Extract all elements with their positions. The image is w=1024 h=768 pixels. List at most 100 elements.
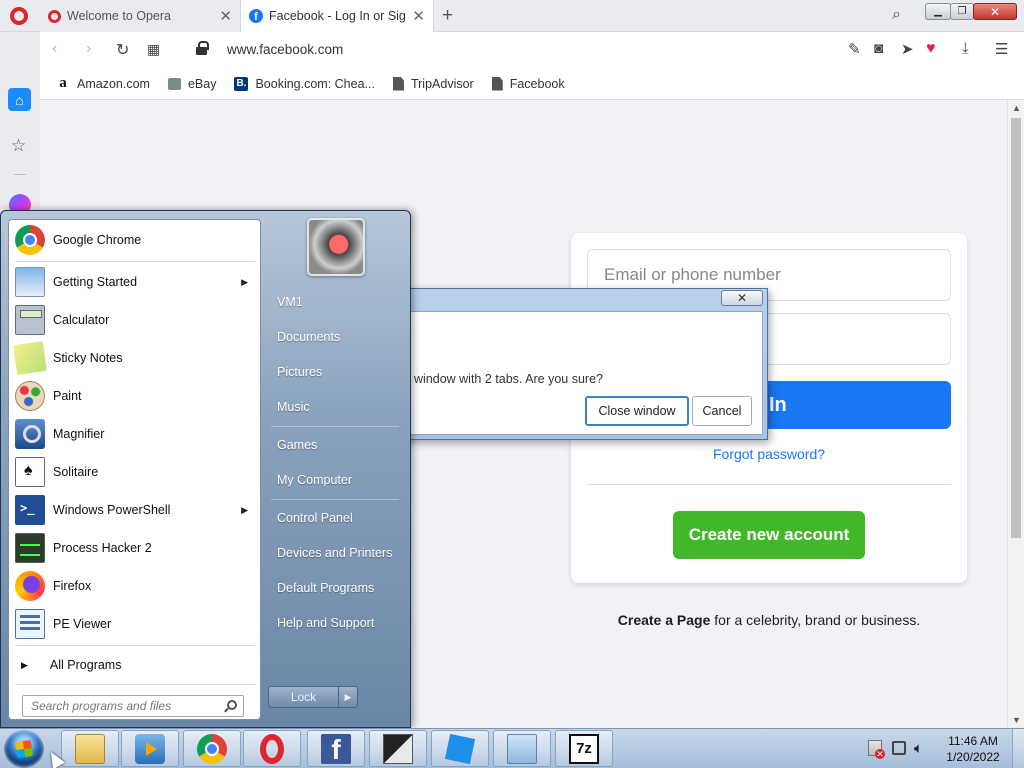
edit-icon[interactable]: ✎ (848, 40, 861, 58)
solitaire-icon (15, 457, 45, 487)
start-item-music[interactable]: Music (268, 392, 404, 422)
star-icon[interactable]: ☆ (11, 136, 26, 156)
page-scrollbar[interactable]: ▲ ▼ (1007, 100, 1024, 728)
start-item-vm1[interactable]: VM1 (268, 287, 404, 317)
home-icon[interactable]: ⌂ (8, 88, 31, 111)
taskbar-7zip[interactable]: 7z (555, 730, 613, 767)
bookmark-tripadvisor[interactable]: TripAdvisor (392, 76, 474, 91)
start-item-help-support[interactable]: Help and Support (268, 608, 404, 638)
create-page-link[interactable]: Create a Page (618, 612, 711, 628)
forgot-password-link[interactable]: Forgot password? (571, 446, 967, 462)
taskbar: f 7z 🔈︎ 11:46 AM 1/20/2022 (0, 728, 1024, 768)
scroll-thumb[interactable] (1011, 118, 1021, 538)
search-icon[interactable] (227, 700, 237, 710)
program-label: Solitaire (53, 465, 99, 479)
action-center-icon[interactable] (868, 740, 885, 759)
all-programs-button[interactable]: ▶ All Programs (9, 650, 260, 680)
program-windows-powershell[interactable]: Windows PowerShell ▶ (9, 491, 260, 529)
start-item-documents[interactable]: Documents (268, 322, 404, 352)
search-programs-input[interactable]: Search programs and files (22, 695, 244, 717)
settings-icon[interactable]: ☰ (995, 40, 1008, 58)
search-tabs-icon[interactable]: ⌕ (892, 6, 901, 24)
taskbar-opera[interactable] (243, 730, 301, 767)
restore-button[interactable]: ❐ (950, 3, 974, 20)
volume-icon[interactable]: 🔈︎ (914, 740, 923, 757)
lock-icon[interactable] (196, 41, 209, 55)
bookmark-ebay[interactable]: eBay (167, 77, 216, 91)
program-label: Firefox (53, 579, 92, 593)
bookmark-amazon[interactable]: a Amazon.com (56, 75, 150, 91)
start-item-games[interactable]: Games (268, 430, 404, 460)
program-google-chrome[interactable]: Google Chrome (9, 221, 260, 259)
dialog-close-button[interactable]: ✕ (721, 290, 763, 306)
bookmark-facebook[interactable]: Facebook (491, 76, 565, 91)
close-window-button[interactable]: ✕ (973, 3, 1017, 20)
tab-title: Facebook - Log In or Sign Up (269, 9, 406, 23)
program-sticky-notes[interactable]: Sticky Notes (9, 339, 260, 377)
program-getting-started[interactable]: Getting Started ▶ (9, 263, 260, 301)
forward-icon[interactable]: › (86, 40, 91, 58)
taskbar-network[interactable] (493, 730, 551, 767)
program-pe-viewer[interactable]: PE Viewer (9, 605, 260, 643)
cancel-button[interactable]: Cancel (692, 396, 752, 426)
submenu-arrow-icon: ▶ (241, 504, 248, 515)
new-tab-icon[interactable]: + (442, 5, 453, 27)
start-button[interactable] (4, 730, 44, 768)
start-item-my-computer[interactable]: My Computer (268, 465, 404, 495)
bookmark-booking[interactable]: B. Booking.com: Chea... (234, 76, 375, 91)
taskbar-chrome[interactable] (183, 730, 241, 767)
start-item-pictures[interactable]: Pictures (268, 357, 404, 387)
tab-facebook[interactable]: f Facebook - Log In or Sign Up ✕ (240, 0, 434, 32)
camera-icon[interactable]: ◙ (874, 40, 883, 57)
start-item-default-programs[interactable]: Default Programs (268, 573, 404, 603)
clock[interactable]: 11:46 AM 1/20/2022 (940, 733, 1006, 765)
close-tab-icon[interactable]: ✕ (412, 7, 425, 25)
program-label: Process Hacker 2 (53, 541, 152, 555)
amazon-icon: a (59, 75, 67, 91)
close-window-confirm-button[interactable]: Close window (585, 396, 689, 426)
scroll-up-icon[interactable]: ▲ (1012, 103, 1021, 113)
program-solitaire[interactable]: Solitaire (9, 453, 260, 491)
opera-menu-icon[interactable] (10, 7, 28, 25)
download-icon[interactable]: ⤓ (962, 40, 969, 57)
reload-icon[interactable]: ↻ (116, 40, 129, 60)
clock-date: 1/20/2022 (946, 750, 1000, 764)
create-page-text: Create a Page for a celebrity, brand or … (571, 612, 967, 628)
network-tray-icon[interactable] (892, 741, 906, 755)
scroll-down-icon[interactable]: ▼ (1012, 715, 1021, 725)
taskbar-media-player[interactable] (121, 730, 179, 767)
facebook-icon: f (249, 9, 263, 23)
grid-icon[interactable]: ▦ (147, 41, 160, 58)
taskbar-explorer[interactable] (61, 730, 119, 767)
program-calculator[interactable]: Calculator (9, 301, 260, 339)
heart-icon[interactable]: ♥ (926, 40, 936, 58)
dialog-body: window with 2 tabs. Are you sure? Close … (407, 311, 763, 435)
start-item-devices-printers[interactable]: Devices and Printers (268, 538, 404, 568)
address-bar: ‹ › ↻ ▦ www.facebook.com ✎ ◙ ➤ ♥ ⤓ ☰ (40, 32, 1024, 68)
program-firefox[interactable]: Firefox (9, 567, 260, 605)
firefox-icon (15, 571, 45, 601)
network-icon (507, 733, 537, 764)
lock-button[interactable]: Lock ▶ (268, 686, 358, 708)
send-icon[interactable]: ➤ (901, 40, 914, 58)
submenu-arrow-icon: ▶ (241, 276, 248, 287)
document-icon (392, 76, 404, 91)
tab-welcome-opera[interactable]: Welcome to Opera ✕ (40, 0, 240, 32)
taskbar-facebook[interactable]: f (307, 730, 365, 767)
program-magnifier[interactable]: Magnifier (9, 415, 260, 453)
taskbar-roblox[interactable] (431, 730, 489, 767)
program-paint[interactable]: Paint (9, 377, 260, 415)
bookmark-label: Facebook (509, 76, 565, 91)
close-tab-icon[interactable]: ✕ (219, 7, 232, 25)
minimize-button[interactable]: ▁ (925, 3, 951, 20)
url-field[interactable]: www.facebook.com (227, 42, 343, 57)
show-desktop-button[interactable] (1012, 729, 1024, 768)
start-menu: Google Chrome Getting Started ▶ Calculato… (0, 210, 411, 728)
taskbar-setup[interactable] (369, 730, 427, 767)
lock-options-arrow-icon[interactable]: ▶ (339, 687, 357, 707)
back-icon[interactable]: ‹ (52, 40, 57, 58)
program-process-hacker[interactable]: Process Hacker 2 (9, 529, 260, 567)
create-account-button[interactable]: Create new account (673, 511, 865, 559)
start-item-control-panel[interactable]: Control Panel (268, 503, 404, 533)
user-avatar[interactable] (307, 218, 365, 276)
